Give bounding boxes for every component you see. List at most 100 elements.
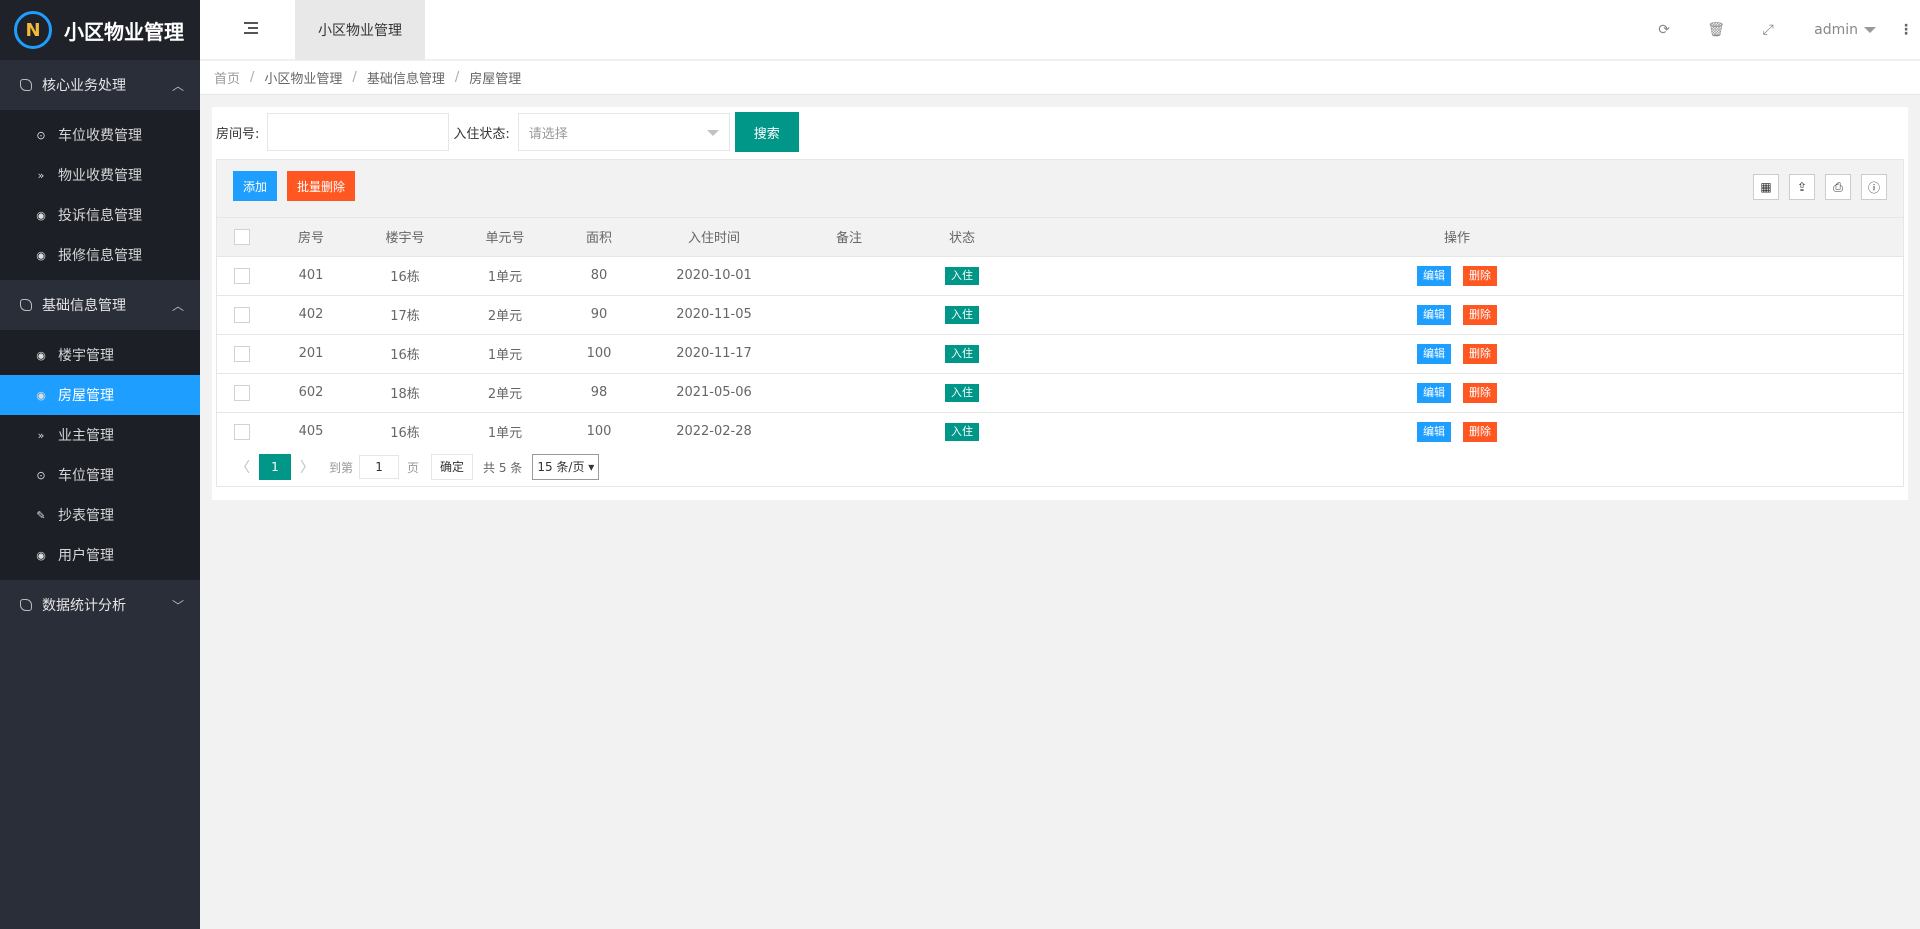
cell-unit: 2单元 bbox=[487, 309, 523, 324]
row-checkbox[interactable] bbox=[234, 423, 250, 440]
edit-button[interactable]: 编辑 bbox=[1417, 421, 1451, 442]
edit-button[interactable]: 编辑 bbox=[1417, 382, 1451, 403]
breadcrumb-item[interactable]: 小区物业管理 bbox=[264, 68, 342, 87]
select-all-checkbox[interactable] bbox=[234, 228, 250, 245]
column-header[interactable]: 状态 bbox=[913, 218, 1011, 256]
goto-page-input[interactable]: 1 bbox=[359, 455, 400, 479]
sidebar-item-parking[interactable]: ⊙ 车位管理 bbox=[0, 455, 200, 495]
sidebar-item-users[interactable]: ◉ 用户管理 bbox=[0, 535, 200, 575]
export-icon[interactable]: ⇪ bbox=[1789, 174, 1815, 200]
room-input[interactable] bbox=[267, 113, 450, 151]
sidebar-item-label: 车位收费管理 bbox=[58, 128, 142, 144]
columns-filter-icon[interactable]: ▦ bbox=[1753, 174, 1779, 200]
nav-group-stats-header[interactable]: 数据统计分析 ﹀ bbox=[0, 580, 200, 630]
add-button[interactable]: 添加 bbox=[233, 171, 277, 201]
menu-toggle-icon[interactable] bbox=[244, 22, 258, 34]
sidebar-item-label: 房屋管理 bbox=[58, 388, 114, 404]
dashboard-icon: ⊙ bbox=[36, 128, 46, 142]
info-icon[interactable]: ⓘ bbox=[1861, 174, 1887, 200]
nav-sub-core: ⊙ 车位收费管理 » 物业收费管理 ◉ 投诉信息管理 ◉ 报修信息管理 bbox=[0, 110, 200, 280]
cell-building: 16栋 bbox=[390, 348, 420, 363]
main-card: 房间号: 入住状态: 请选择 搜索 添加 批量删除 ▦ ⇪ ⎙ ⓘ 房号 楼宇号… bbox=[212, 107, 1908, 500]
delete-button[interactable]: 删除 bbox=[1463, 265, 1497, 286]
cell-area: 98 bbox=[590, 385, 608, 400]
sidebar-item-owners[interactable]: » 业主管理 bbox=[0, 415, 200, 455]
trash-icon[interactable]: 🗑 bbox=[1690, 22, 1742, 38]
sidebar-item-label: 报修信息管理 bbox=[58, 248, 142, 264]
cell-room: 602 bbox=[298, 385, 324, 400]
fullscreen-icon[interactable]: ⤢ bbox=[1742, 22, 1794, 38]
cell-area: 90 bbox=[590, 307, 608, 322]
goto-confirm-button[interactable]: 确定 bbox=[431, 454, 474, 480]
sidebar-item-buildings[interactable]: ◉ 楼宇管理 bbox=[0, 335, 200, 375]
sidebar: N 小区物业管理 核心业务处理 ︿ ⊙ 车位收费管理 » 物业收费管理 ◉ 投诉… bbox=[0, 0, 200, 929]
delete-button[interactable]: 删除 bbox=[1463, 421, 1497, 442]
circle-icon bbox=[20, 299, 32, 311]
row-checkbox[interactable] bbox=[234, 384, 250, 401]
row-checkbox[interactable] bbox=[234, 306, 250, 323]
edit-button[interactable]: 编辑 bbox=[1417, 265, 1451, 286]
cell-unit: 2单元 bbox=[487, 387, 523, 402]
row-checkbox[interactable] bbox=[234, 345, 250, 362]
status-badge: 入住 bbox=[945, 266, 979, 285]
breadcrumb-home[interactable]: 首页 bbox=[214, 68, 240, 87]
breadcrumb-item[interactable]: 基础信息管理 bbox=[367, 68, 445, 87]
print-icon[interactable]: ⎙ bbox=[1825, 174, 1851, 200]
sidebar-item-complaints[interactable]: ◉ 投诉信息管理 bbox=[0, 195, 200, 235]
column-header[interactable]: 入住时间 bbox=[643, 218, 785, 256]
cell-note bbox=[785, 256, 913, 295]
batch-delete-button[interactable]: 批量删除 bbox=[287, 171, 355, 201]
cell-date: 2020-11-17 bbox=[676, 346, 752, 361]
status-select-placeholder: 请选择 bbox=[528, 126, 568, 142]
page-size-value: 15 条/页 bbox=[537, 460, 585, 474]
user-menu[interactable]: admin bbox=[1794, 22, 1892, 38]
chevron-down-icon bbox=[706, 130, 719, 136]
delete-button[interactable]: 删除 bbox=[1463, 304, 1497, 325]
sidebar-item-meters[interactable]: ✎ 抄表管理 bbox=[0, 495, 200, 535]
nav-group-core-header[interactable]: 核心业务处理 ︿ bbox=[0, 60, 200, 110]
cell-room: 401 bbox=[298, 268, 324, 283]
sidebar-item-label: 楼宇管理 bbox=[58, 348, 114, 364]
more-icon[interactable]: ⋮ bbox=[1892, 22, 1920, 38]
tab-home[interactable]: 小区物业管理 bbox=[295, 0, 425, 60]
edit-icon: ✎ bbox=[36, 508, 46, 522]
next-page-icon[interactable]: 〉 bbox=[297, 457, 317, 477]
cell-unit: 1单元 bbox=[487, 270, 523, 285]
cell-building: 17栋 bbox=[390, 309, 420, 324]
column-header[interactable]: 楼宇号 bbox=[355, 218, 455, 256]
sidebar-item-parking-fee[interactable]: ⊙ 车位收费管理 bbox=[0, 115, 200, 155]
cell-building: 16栋 bbox=[390, 426, 420, 442]
nav-group-basic-header[interactable]: 基础信息管理 ︿ bbox=[0, 280, 200, 330]
edit-button[interactable]: 编辑 bbox=[1417, 304, 1451, 325]
breadcrumb-separator: / bbox=[352, 70, 357, 85]
table-header-row: 房号 楼宇号 单元号 面积 入住时间 备注 状态 操作 bbox=[217, 218, 1903, 256]
table-row: 405 16栋 1单元 100 2022-02-28 入住 编辑 删除 bbox=[217, 412, 1903, 451]
table: 房号 楼宇号 单元号 面积 入住时间 备注 状态 操作 401 16栋 1单元 … bbox=[217, 218, 1903, 451]
target-icon: ◉ bbox=[36, 348, 46, 362]
delete-button[interactable]: 删除 bbox=[1463, 382, 1497, 403]
status-select[interactable]: 请选择 bbox=[517, 113, 730, 151]
cell-room: 405 bbox=[298, 424, 324, 440]
search-button[interactable]: 搜索 bbox=[734, 112, 799, 152]
prev-page-icon[interactable]: 〈 bbox=[233, 457, 253, 477]
chevron-up-icon: ︿ bbox=[171, 78, 184, 93]
sidebar-item-houses[interactable]: ◉ 房屋管理 bbox=[0, 375, 200, 415]
column-header[interactable]: 单元号 bbox=[455, 218, 555, 256]
up-circle-icon: ◉ bbox=[36, 248, 46, 262]
refresh-icon[interactable]: ⟳ bbox=[1638, 22, 1690, 38]
edit-button[interactable]: 编辑 bbox=[1417, 343, 1451, 364]
column-header[interactable]: 备注 bbox=[785, 218, 913, 256]
page-size-select[interactable]: 15 条/页 ▾ bbox=[532, 454, 600, 480]
status-badge: 入住 bbox=[945, 383, 979, 402]
delete-button[interactable]: 删除 bbox=[1463, 343, 1497, 364]
nav-sub-basic: ◉ 楼宇管理 ◉ 房屋管理 » 业主管理 ⊙ 车位管理 ✎ 抄表管理 ◉ 用户管… bbox=[0, 330, 200, 580]
column-header[interactable]: 面积 bbox=[555, 218, 643, 256]
sidebar-item-label: 用户管理 bbox=[58, 548, 114, 564]
cell-note bbox=[785, 295, 913, 334]
sidebar-item-property-fee[interactable]: » 物业收费管理 bbox=[0, 155, 200, 195]
page-current[interactable]: 1 bbox=[259, 454, 291, 480]
sidebar-item-repairs[interactable]: ◉ 报修信息管理 bbox=[0, 235, 200, 275]
column-header: 操作 bbox=[1443, 231, 1470, 247]
column-header[interactable]: 房号 bbox=[267, 218, 355, 256]
row-checkbox[interactable] bbox=[234, 267, 250, 284]
